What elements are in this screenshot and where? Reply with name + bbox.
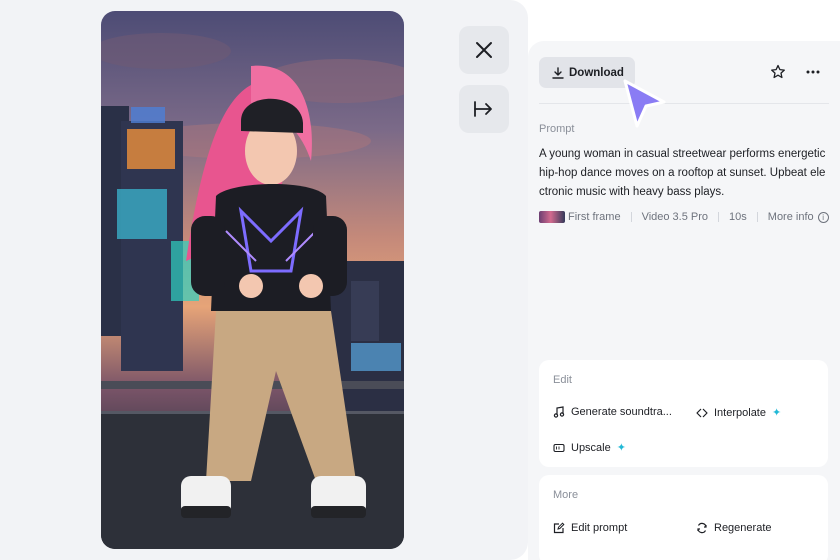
edit-prompt-label: Edit prompt: [571, 522, 628, 534]
sparkle-icon: ✦: [771, 407, 782, 419]
more-card: More Edit prompt Regenerate: [539, 475, 828, 560]
upscale-button[interactable]: Upscale ✦: [553, 441, 626, 454]
interpolate-icon: [696, 408, 708, 417]
generation-meta: First frame Video 3.5 Pro 10s More info …: [539, 209, 829, 225]
video-preview[interactable]: [101, 11, 404, 549]
mouse-pointer-icon: [623, 79, 666, 128]
duration-label: 10s: [729, 211, 747, 223]
regenerate-label: Regenerate: [714, 522, 772, 534]
meta-separator: [630, 212, 632, 222]
collapse-panel-button[interactable]: [459, 85, 509, 133]
generate-soundtrack-label: Generate soundtra...: [571, 406, 672, 418]
collapse-panel-icon: [474, 101, 492, 117]
prompt-text: A young woman in casual streetwear perfo…: [539, 148, 826, 198]
details-panel: Download Prompt A young woman in casual …: [528, 41, 840, 560]
star-icon: [771, 64, 785, 79]
meta-separator: [718, 212, 720, 222]
edit-card: Edit Generate soundtra... Interpolate ✦ …: [539, 360, 828, 467]
interpolate-label: Interpolate: [714, 406, 766, 419]
download-icon: [552, 66, 564, 79]
more-options-button[interactable]: [802, 61, 824, 83]
favorite-button[interactable]: [767, 61, 789, 83]
info-icon[interactable]: i: [817, 211, 829, 223]
sparkle-icon: ✦: [616, 442, 626, 454]
regenerate-button[interactable]: Regenerate: [696, 522, 772, 534]
more-horizontal-icon: [806, 70, 820, 74]
prompt-label: Prompt: [539, 123, 575, 135]
header-divider: [539, 103, 829, 104]
first-frame-thumbnail[interactable]: [539, 211, 565, 223]
meta-separator: [756, 212, 758, 222]
hd-icon: [553, 443, 565, 452]
refresh-icon: [697, 522, 707, 534]
edit-prompt-button[interactable]: Edit prompt: [553, 522, 627, 534]
close-button[interactable]: [459, 26, 509, 74]
preview-panel: [0, 0, 528, 560]
close-icon: [476, 42, 492, 58]
more-title: More: [553, 489, 579, 501]
video-frame-art: [101, 33, 404, 549]
interpolate-button[interactable]: Interpolate ✦: [696, 406, 781, 419]
upscale-label: Upscale: [571, 441, 611, 454]
first-frame-label[interactable]: First frame: [568, 211, 621, 223]
music-note-icon: [553, 406, 565, 418]
download-label: Download: [569, 66, 624, 79]
model-label: Video 3.5 Pro: [641, 211, 709, 223]
more-info-link[interactable]: More info: [768, 211, 814, 223]
generate-soundtrack-button[interactable]: Generate soundtra...: [553, 406, 672, 418]
edit-icon: [553, 522, 565, 534]
edit-title: Edit: [553, 374, 572, 386]
